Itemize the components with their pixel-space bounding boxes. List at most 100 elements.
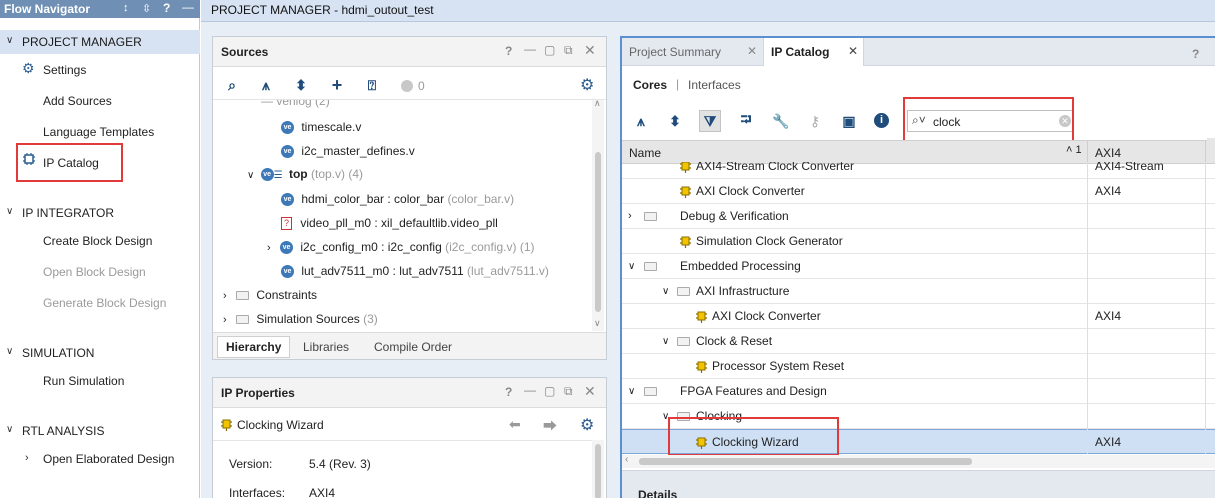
chevron-down-icon[interactable]: ∨	[6, 346, 13, 357]
scroll-left-icon[interactable]: ‹	[625, 454, 628, 465]
tab-hierarchy[interactable]: Hierarchy	[217, 336, 291, 358]
nav-item-ip-catalog[interactable]: IP Catalog	[43, 156, 99, 170]
tree-row[interactable]: ve i2c_master_defines.v	[281, 144, 415, 159]
nav-item-open-elaborated-design[interactable]: Open Elaborated Design	[43, 452, 174, 466]
chevron-down-icon[interactable]: ∨	[628, 254, 635, 279]
section-project-manager[interactable]: ∨ PROJECT MANAGER	[0, 30, 200, 54]
close-icon[interactable]: ✕	[584, 383, 596, 400]
help-icon[interactable]: ?	[505, 385, 512, 399]
forward-arrow-icon[interactable]: ⮕	[543, 416, 557, 436]
help-icon[interactable]: ?	[1192, 47, 1199, 61]
tree-row[interactable]: ve timescale.v	[281, 120, 361, 135]
ip-chip-icon	[679, 229, 692, 254]
tab-ip-catalog[interactable]: IP Catalog ✕	[763, 38, 864, 66]
chevron-right-icon[interactable]: ›	[628, 204, 632, 229]
help-icon[interactable]: ?	[163, 1, 170, 15]
collapse-all-icon[interactable]: ⇳	[142, 2, 151, 15]
tree-row-top[interactable]: ∨ ve ☰ top (top.v) (4)	[247, 167, 363, 182]
nav-item-settings[interactable]: Settings	[43, 63, 86, 77]
chevron-down-icon[interactable]: ∨	[628, 379, 635, 404]
close-icon[interactable]: ✕	[848, 44, 858, 58]
collapse-all-icon[interactable]: ⩚	[630, 110, 652, 132]
maximize-icon[interactable]: ▢	[544, 43, 555, 57]
section-rtl-analysis[interactable]: RTL ANALYSIS	[22, 424, 104, 438]
gear-icon[interactable]: ⚙	[580, 75, 594, 95]
tab-label: IP Catalog	[771, 45, 830, 59]
nav-item-add-sources[interactable]: Add Sources	[43, 94, 112, 108]
tree-row-constraints[interactable]: › Constraints	[223, 288, 317, 302]
table-row[interactable]: Simulation Clock Generator	[622, 229, 1215, 254]
properties-icon[interactable]: ⍰	[361, 74, 383, 96]
nav-item-create-block-design[interactable]: Create Block Design	[43, 234, 152, 248]
add-icon[interactable]: +	[326, 74, 348, 96]
filter-icon[interactable]: ⧩	[699, 110, 721, 132]
table-row[interactable]: › Debug & Verification	[622, 204, 1215, 229]
nav-item-generate-block-design[interactable]: Generate Block Design	[43, 296, 166, 310]
scroll-thumb[interactable]	[595, 152, 601, 312]
close-icon[interactable]: ✕	[747, 44, 757, 58]
subtab-cores[interactable]: Cores	[633, 78, 667, 92]
minimize-icon[interactable]: —	[182, 0, 194, 14]
expand-all-icon[interactable]: ⬍	[664, 110, 686, 132]
float-icon[interactable]: ⧉	[564, 43, 573, 58]
minimize-icon[interactable]: —	[524, 42, 536, 56]
section-simulation[interactable]: SIMULATION	[22, 346, 94, 360]
chevron-right-icon[interactable]: ›	[25, 452, 29, 464]
chevron-down-icon[interactable]: ∨	[6, 206, 13, 217]
section-ip-integrator[interactable]: IP INTEGRATOR	[22, 206, 114, 220]
tree-row-simulation-sources[interactable]: › Simulation Sources (3)	[223, 312, 378, 326]
project-manager-bar: PROJECT MANAGER - hdmi_outout_test	[201, 0, 1215, 22]
collapse-all-icon[interactable]: ⩚	[255, 74, 277, 96]
nav-item-open-block-design[interactable]: Open Block Design	[43, 265, 146, 279]
hierarchy-icon[interactable]: ⮒	[735, 110, 757, 132]
tree-suffix: (top.v) (4)	[310, 167, 363, 181]
vertical-scrollbar[interactable]: ∧ ∨	[592, 100, 604, 331]
scroll-down-icon[interactable]: ∨	[594, 318, 601, 329]
scroll-thumb[interactable]	[595, 444, 601, 498]
scroll-thumb[interactable]	[639, 458, 972, 465]
search-icon[interactable]: ⌕	[221, 74, 243, 96]
col-axi4[interactable]: AXI4	[1095, 146, 1121, 160]
scroll-up-icon[interactable]: ∧	[594, 100, 601, 109]
chip-settings-icon[interactable]: ▣	[838, 110, 860, 132]
tab-project-summary[interactable]: Project Summary	[629, 45, 721, 59]
table-row[interactable]: AXI Clock Converter AXI4	[622, 304, 1215, 329]
table-row[interactable]: ∨ AXI Infrastructure	[622, 279, 1215, 304]
close-icon[interactable]: ✕	[584, 42, 596, 59]
nav-item-language-templates[interactable]: Language Templates	[43, 125, 154, 139]
chevron-down-icon[interactable]: ∨	[662, 329, 669, 354]
expand-all-icon[interactable]: ⬍	[290, 74, 312, 96]
col-name[interactable]: Name	[629, 146, 661, 160]
expand-all-icon[interactable]: ↕	[123, 2, 129, 14]
horizontal-scrollbar[interactable]: ‹	[622, 454, 1215, 468]
tab-libraries[interactable]: Libraries	[303, 340, 349, 354]
float-icon[interactable]: ⧉	[564, 384, 573, 399]
table-row[interactable]: ∨ FPGA Features and Design	[622, 379, 1215, 404]
info-icon[interactable]: i	[874, 113, 889, 128]
table-row[interactable]: AXI Clock Converter AXI4	[622, 179, 1215, 204]
vertical-scrollbar[interactable]	[592, 440, 604, 498]
wrench-icon[interactable]: 🔧	[770, 110, 792, 132]
table-row[interactable]: ∨ Clock & Reset	[622, 329, 1215, 354]
back-arrow-icon[interactable]: ⬅	[509, 416, 521, 433]
subtab-interfaces[interactable]: Interfaces	[688, 78, 741, 92]
table-row[interactable]: AXI4-Stream Clock Converter AXI4-Stream	[622, 162, 1215, 179]
tree-row[interactable]: › ve i2c_config_m0 : i2c_config (i2c_con…	[267, 240, 535, 255]
help-icon[interactable]: ?	[505, 44, 512, 58]
minimize-icon[interactable]: —	[524, 383, 536, 397]
tab-compile-order[interactable]: Compile Order	[374, 340, 452, 354]
tree-row[interactable]: ve hdmi_color_bar : color_bar (color_bar…	[281, 192, 514, 207]
chevron-right-icon: ›	[223, 314, 227, 326]
table-row[interactable]: ∨ Embedded Processing	[622, 254, 1215, 279]
tree-row[interactable]: ? video_pll_m0 : xil_defaultlib.video_pl…	[281, 216, 498, 231]
sources-tabs: Hierarchy Libraries Compile Order	[213, 332, 606, 359]
table-row[interactable]: Processor System Reset	[622, 354, 1215, 379]
gear-icon[interactable]: ⚙	[580, 415, 594, 435]
nav-item-run-simulation[interactable]: Run Simulation	[43, 374, 124, 388]
key-icon[interactable]: ⚷	[804, 110, 826, 132]
maximize-icon[interactable]: ▢	[544, 384, 555, 398]
tree-row[interactable]: ve lut_adv7511_m0 : lut_adv7511 (lut_adv…	[281, 264, 549, 279]
chevron-down-icon[interactable]: ∨	[6, 424, 13, 435]
chevron-down-icon[interactable]: ∨	[662, 279, 669, 304]
col-divider	[1205, 162, 1206, 454]
